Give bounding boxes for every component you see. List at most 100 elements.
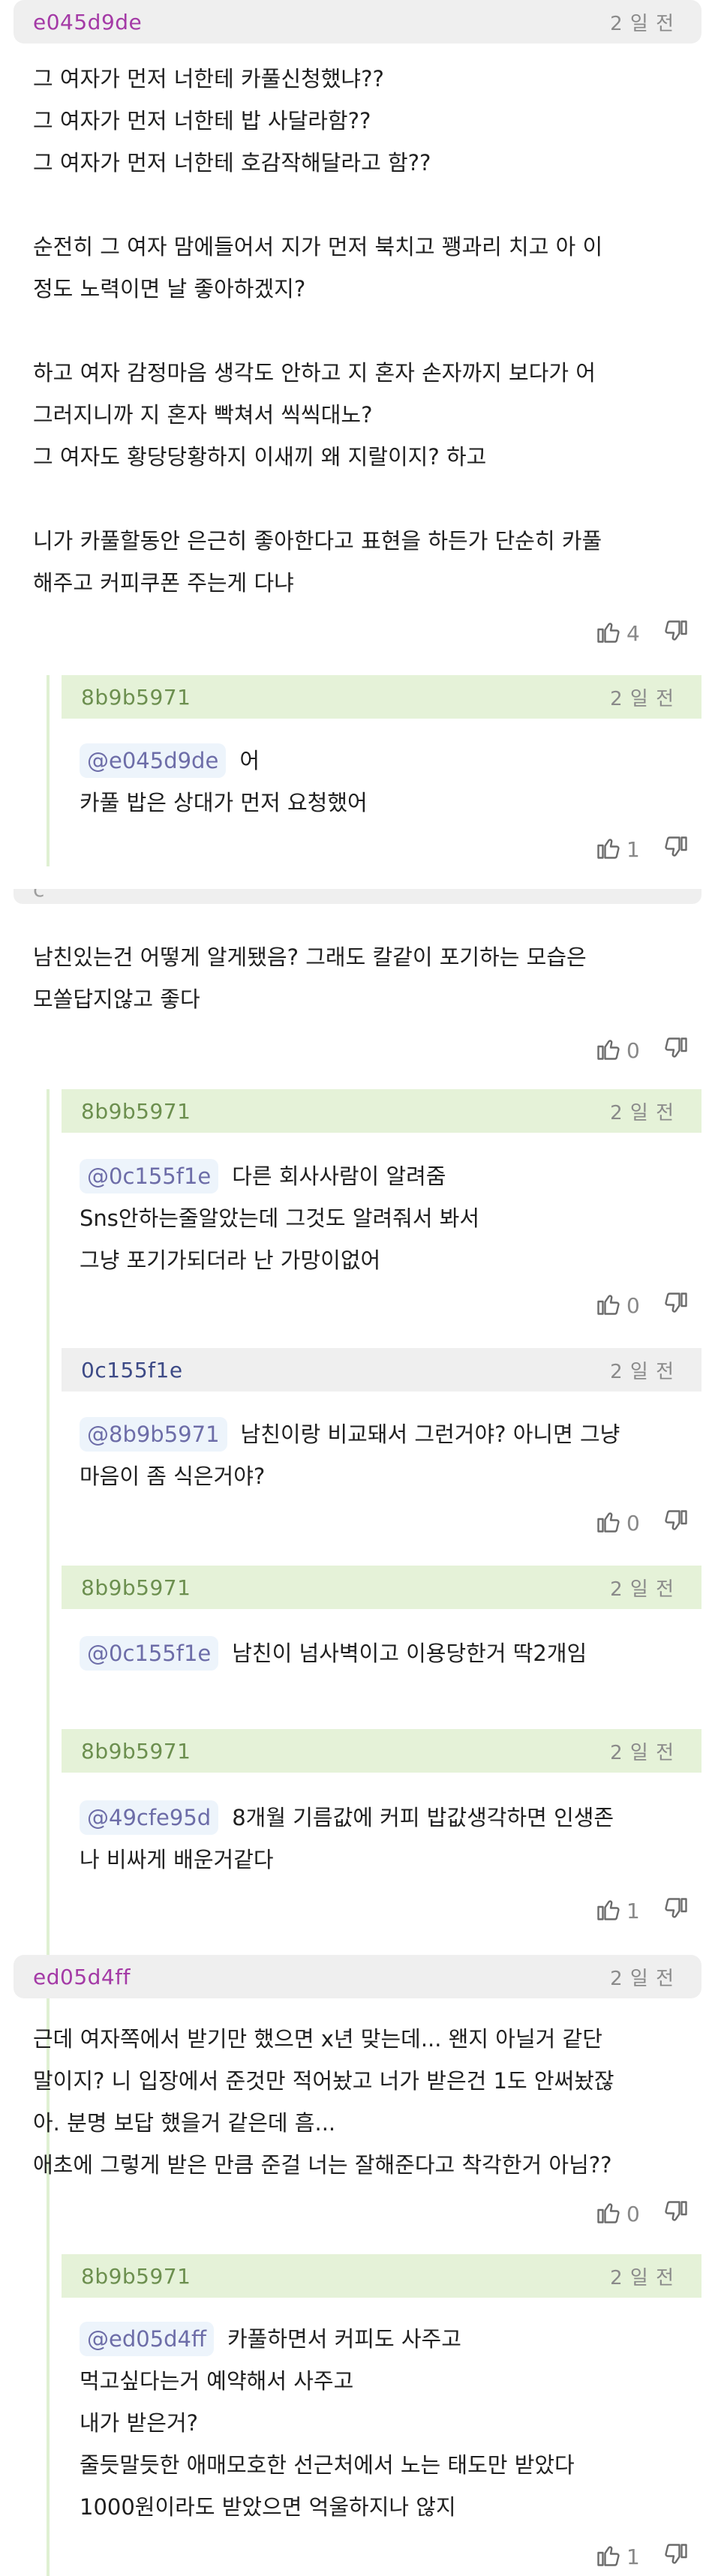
reply-header: 0c155f1e 2 일 전 [62, 1348, 701, 1392]
comment-line: 아. 분명 보답 했을거 같은데 흠... [33, 2110, 336, 2136]
thumbs-up-icon [597, 1295, 620, 1315]
username[interactable]: 8b9b5971 [81, 2264, 191, 2289]
comment-line [33, 310, 602, 352]
username[interactable]: 8b9b5971 [81, 1739, 191, 1764]
thumbs-down-icon [665, 1510, 687, 1530]
username[interactable]: 8b9b5971 [81, 685, 191, 710]
mention-tag[interactable]: @0c155f1e [80, 1636, 219, 1671]
like-count: 0 [626, 2201, 640, 2226]
thumbs-up-icon [597, 1040, 620, 1060]
dislike-button[interactable] [662, 2199, 689, 2229]
timestamp: 2 일 전 [610, 1741, 674, 1764]
thumbs-down-icon [665, 2201, 687, 2221]
comment-header: e045d9de 2 일 전 [14, 0, 701, 44]
like-button[interactable] [595, 2199, 622, 2229]
reply-header: 8b9b5971 2 일 전 [62, 1566, 701, 1609]
like-button[interactable] [595, 1896, 622, 1926]
comment-line: 모쏠답지않고 좋다 [33, 986, 200, 1012]
reply-header: 8b9b5971 2 일 전 [62, 1089, 701, 1133]
reply-header: 8b9b5971 2 일 전 [62, 1729, 701, 1773]
mention-tag[interactable]: @e045d9de [80, 743, 227, 778]
dislike-button[interactable] [662, 618, 689, 648]
like-button[interactable] [595, 1508, 622, 1538]
like-count: 4 [626, 620, 640, 646]
like-count: 0 [626, 1510, 640, 1536]
mention-tag[interactable]: @49cfe95d [80, 1800, 219, 1835]
comment-line: 1000원이라도 받았으면 억울하지나 않지 [80, 2494, 456, 2520]
thumbs-up-icon [597, 2546, 620, 2566]
vote-bar: 0 [595, 2197, 689, 2230]
username[interactable]: ed05d4ff [33, 1965, 131, 1989]
dislike-button[interactable] [662, 2541, 689, 2571]
comment-body: 그 여자가 먼저 너한테 카풀신청했냐?? 그 여자가 먼저 너한테 밥 사달라… [33, 58, 602, 604]
username[interactable]: e045d9de [33, 10, 142, 35]
thumbs-up-icon [597, 2203, 620, 2223]
reply-header: 8b9b5971 2 일 전 [62, 675, 701, 719]
comment-body: 남친있는건 어떻게 알게됐음? 그래도 칼같이 포기하는 모습은 모쏠답지않고 … [33, 936, 587, 1020]
like-button[interactable] [595, 2541, 622, 2571]
mention-tag[interactable]: @8b9b5971 [80, 1417, 227, 1452]
comment-line: @0c155f1e 남친이 넘사벽이고 이용당한거 딱2개임 [80, 1632, 587, 1674]
comment-line: @e045d9de 어 [80, 740, 368, 782]
username[interactable]: 8b9b5971 [81, 1099, 191, 1124]
reply-indent-bar [47, 675, 50, 866]
like-button[interactable] [595, 1290, 622, 1320]
vote-bar: 0 [595, 1506, 689, 1539]
timestamp: 2 일 전 [610, 12, 674, 35]
vote-bar: 0 [595, 1034, 689, 1067]
like-count: 0 [626, 1293, 640, 1318]
vote-bar: 1 [595, 833, 689, 866]
vote-bar: 4 [595, 617, 689, 650]
like-count: 1 [626, 1898, 640, 1923]
comment-line: @0c155f1e 다른 회사사람이 알려줌 [80, 1155, 479, 1197]
comment-header-cutoff: c [14, 889, 701, 904]
reply-body: @8b9b5971 남친이랑 비교돼서 그런거야? 아니면 그냥 마음이 좀 식은… [80, 1413, 620, 1497]
comment-line: 정도 노력이면 날 좋아하겠지? [33, 276, 306, 302]
reply-body: @0c155f1e 다른 회사사람이 알려줌 Sns안하는줄알았는데 그것도 알려… [80, 1155, 479, 1281]
comment-line [33, 184, 602, 226]
comment-line: 해주고 커피쿠폰 주는게 다냐 [33, 570, 294, 596]
reply-body: @e045d9de 어 카풀 밥은 상대가 먼저 요청했어 [80, 740, 368, 824]
timestamp: 2 일 전 [610, 2266, 674, 2289]
dislike-button[interactable] [662, 1508, 689, 1538]
like-count: 1 [626, 836, 640, 862]
mention-tag[interactable]: @0c155f1e [80, 1159, 219, 1193]
comment-line: 애초에 그렇게 받은 만큼 준걸 너는 잘해준다고 착각한거 아님?? [33, 2152, 612, 2178]
comment-line: @8b9b5971 남친이랑 비교돼서 그런거야? 아니면 그냥 [80, 1413, 620, 1455]
comment-line: 그 여자도 황당당황하지 이새끼 왜 지랄이지? 하고 [33, 444, 487, 470]
reply-header: 8b9b5971 2 일 전 [62, 2254, 701, 2298]
comment-line: 말이지? 니 입장에서 준것만 적어놨고 너가 받은건 1도 안써놨잖 [33, 2068, 614, 2094]
comment-line: 하고 여자 감정마음 생각도 안하고 지 혼자 손자까지 보다가 어 [33, 360, 596, 386]
vote-bar: 0 [595, 1289, 689, 1322]
thumbs-down-icon [665, 1293, 687, 1313]
comment-line: 순전히 그 여자 맘에들어서 지가 먼저 북치고 꽹과리 치고 아 이 [33, 234, 603, 260]
dislike-button[interactable] [662, 1035, 689, 1065]
username[interactable]: 8b9b5971 [81, 1575, 191, 1600]
comment-line: 그 여자가 먼저 너한테 밥 사달라함?? [33, 108, 371, 134]
dislike-button[interactable] [662, 1896, 689, 1926]
comment-line: 그냥 포기가되더라 난 가망이없어 [80, 1247, 381, 1273]
comment-line: 남친있는건 어떻게 알게됐음? 그래도 칼같이 포기하는 모습은 [33, 944, 587, 970]
dislike-button[interactable] [662, 1290, 689, 1320]
comment-line: 먹고싶다는거 예약해서 사주고 [80, 2368, 354, 2394]
username[interactable]: 0c155f1e [81, 1358, 183, 1383]
like-button[interactable] [595, 834, 622, 864]
thumbs-up-icon [597, 839, 620, 859]
thumbs-down-icon [665, 1898, 687, 1918]
reply-indent-bar [47, 2254, 50, 2576]
timestamp: 2 일 전 [610, 1578, 674, 1601]
like-count: 1 [626, 2544, 640, 2569]
mention-tag[interactable]: @ed05d4ff [80, 2322, 214, 2356]
like-button[interactable] [595, 1035, 622, 1065]
thumbs-down-icon [665, 836, 687, 857]
comment-line: 줄듯말듯한 애매모호한 선근처에서 노는 태도만 받았다 [80, 2452, 575, 2478]
like-button[interactable] [595, 618, 622, 648]
dislike-button[interactable] [662, 834, 689, 864]
thumbs-down-icon [665, 2544, 687, 2564]
reply-body: @49cfe95d 8개월 기름값에 커피 밥값생각하면 인생존 나 비싸게 배운… [80, 1797, 614, 1881]
like-count: 0 [626, 1037, 640, 1063]
comment-line: 근데 여자쪽에서 받기만 했으면 x년 맞는데... 왠지 아닐거 같단 [33, 2026, 602, 2052]
comment-line [33, 478, 602, 520]
comment-line: 그 여자가 먼저 너한테 카풀신청했냐?? [33, 66, 384, 92]
timestamp: 2 일 전 [610, 1967, 674, 1990]
